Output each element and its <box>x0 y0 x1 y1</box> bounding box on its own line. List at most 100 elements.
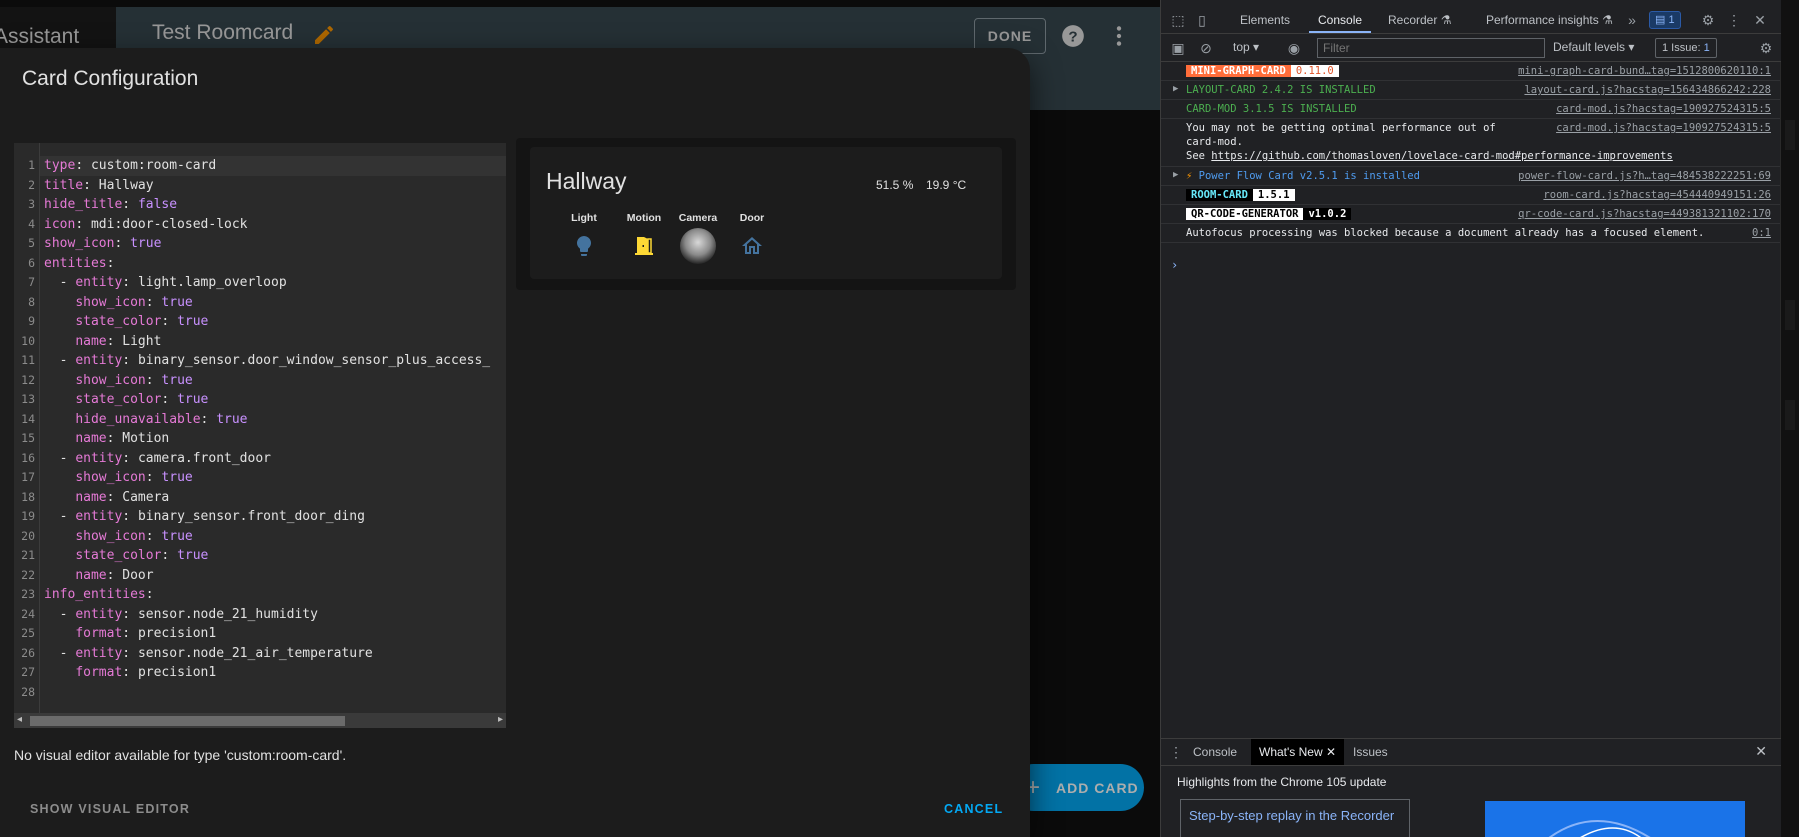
yaml-line[interactable]: - entity: sensor.node_21_humidity <box>40 605 506 625</box>
yaml-indent <box>44 548 75 563</box>
yaml-line[interactable]: hide_unavailable: true <box>40 410 506 430</box>
entity-light[interactable]: Light <box>552 212 616 258</box>
drawer-menu-icon[interactable]: ⋮ <box>1167 743 1185 761</box>
issues-badge[interactable]: ▤ 1 <box>1649 11 1681 29</box>
close-tab-icon[interactable]: ✕ <box>1326 745 1336 759</box>
whats-new-illustration <box>1485 801 1745 837</box>
source-link[interactable]: mini-graph-card-bund…tag=1512800620110:1 <box>1518 65 1771 77</box>
show-visual-editor-button[interactable]: SHOW VISUAL EDITOR <box>30 802 190 816</box>
scrollbar-thumb[interactable] <box>30 716 345 726</box>
yaml-line[interactable]: hide_title: false <box>40 195 506 215</box>
yaml-line[interactable]: show_icon: true <box>40 234 506 254</box>
source-link[interactable]: room-card.js?hacstag=454440949151:26 <box>1543 189 1771 201</box>
more-tabs-chevron-icon[interactable]: » <box>1623 11 1641 29</box>
yaml-line[interactable]: icon: mdi:door-closed-lock <box>40 215 506 235</box>
yaml-code[interactable]: type: custom:room-card title: Hallway hide… <box>40 156 506 683</box>
issues-badge-count: 1 <box>1668 14 1675 26</box>
live-expression-eye-icon[interactable]: ◉ <box>1285 39 1303 57</box>
expand-caret-icon[interactable]: ▶ <box>1173 84 1178 94</box>
card-preview: Hallway 51.5 % 19.9 °C Light Motion Came… <box>516 138 1016 290</box>
yaml-boolean: true <box>177 314 209 329</box>
yaml-line[interactable]: entities: <box>40 254 506 274</box>
source-link[interactable]: layout-card.js?hacstag=156434866242:228 <box>1524 84 1771 96</box>
line-number: 9 <box>28 314 35 328</box>
close-devtools-icon[interactable]: ✕ <box>1751 11 1769 29</box>
yaml-key: entities <box>44 255 107 271</box>
yaml-indent <box>44 626 75 641</box>
yaml-line[interactable]: - entity: binary_sensor.door_window_sens… <box>40 351 506 371</box>
sidebar-toggle-icon[interactable]: ▣ <box>1169 39 1187 57</box>
horizontal-scrollbar[interactable]: ◂ ▸ <box>14 713 506 728</box>
yaml-boolean: true <box>130 236 162 251</box>
yaml-indent <box>44 490 75 505</box>
info-entity-humidity[interactable]: 51.5 % <box>876 178 913 192</box>
line-number: 28 <box>21 684 35 699</box>
console-prompt-chevron-icon[interactable]: › <box>1171 258 1178 272</box>
yaml-line[interactable]: name: Motion <box>40 429 506 449</box>
drawer-tab-console[interactable]: Console <box>1185 739 1245 765</box>
yaml-line[interactable]: state_color: true <box>40 312 506 332</box>
cancel-button[interactable]: CANCEL <box>944 802 1003 816</box>
yaml-code-editor[interactable]: 1 2 3 4 5 6 7 8 9 10 11 12 13 14 15 16 17 18 19 20 21 22 23 24 2… <box>14 143 506 728</box>
line-number: 18 <box>21 489 35 504</box>
yaml-line[interactable]: format: precision1 <box>40 663 506 683</box>
inspect-element-icon[interactable]: ⬚ <box>1169 11 1187 29</box>
tab-console[interactable]: Console <box>1309 7 1372 33</box>
source-link[interactable]: 0:1 <box>1752 227 1771 239</box>
source-link[interactable]: power-flow-card.js?h…tag=484538222251:69 <box>1518 170 1771 182</box>
clear-console-icon[interactable]: ⊘ <box>1197 39 1215 57</box>
yaml-line[interactable]: name: Camera <box>40 488 506 508</box>
tab-recorder[interactable]: Recorder ⚗ <box>1379 7 1460 33</box>
edge-marker <box>1785 120 1795 150</box>
tab-performance-insights[interactable]: Performance insights ⚗ <box>1477 7 1622 33</box>
close-drawer-icon[interactable]: ✕ <box>1755 743 1767 760</box>
yaml-line[interactable]: show_icon: true <box>40 293 506 313</box>
source-link[interactable]: qr-code-card.js?hacstag=449381321102:170 <box>1518 208 1771 220</box>
console-message-card-mod-performance: You may not be getting optimal performan… <box>1161 119 1781 167</box>
drawer-tab-issues[interactable]: Issues <box>1345 739 1396 765</box>
info-entity-temperature[interactable]: 19.9 °C <box>926 178 966 192</box>
scroll-right-icon[interactable]: ▸ <box>498 714 503 725</box>
source-link[interactable]: card-mod.js?hacstag=190927524315:5 <box>1556 103 1771 115</box>
yaml-indent <box>44 529 75 544</box>
yaml-line[interactable]: - entity: camera.front_door <box>40 449 506 469</box>
log-link[interactable]: https://github.com/thomasloven/lovelace-… <box>1211 150 1672 162</box>
yaml-line[interactable]: format: precision1 <box>40 624 506 644</box>
whats-new-item-link[interactable]: Step-by-step replay in the Recorder <box>1180 799 1410 837</box>
yaml-line[interactable]: state_color: true <box>40 546 506 566</box>
console-filter-input[interactable] <box>1317 38 1545 58</box>
console-message-room-card: ROOM-CARD 1.5.1 room-card.js?hacstag=4544… <box>1161 186 1781 205</box>
yaml-indent: - <box>44 645 76 661</box>
drawer-tab-whats-new[interactable]: What's New ✕ <box>1251 739 1345 765</box>
yaml-indent <box>44 314 75 329</box>
yaml-line[interactable]: - entity: light.lamp_overloop <box>40 273 506 293</box>
yaml-line[interactable]: type: custom:room-card <box>40 156 506 176</box>
yaml-line[interactable]: title: Hallway <box>40 176 506 196</box>
yaml-line[interactable]: show_icon: true <box>40 468 506 488</box>
yaml-key: entity <box>75 509 123 524</box>
yaml-line[interactable]: - entity: sensor.node_21_air_temperature <box>40 644 506 664</box>
entity-door[interactable]: Door <box>720 212 784 258</box>
yaml-line[interactable]: name: Light <box>40 332 506 352</box>
device-toolbar-icon[interactable]: ▯ <box>1193 11 1211 29</box>
yaml-line[interactable]: show_icon: true <box>40 371 506 391</box>
scroll-left-icon[interactable]: ◂ <box>17 714 22 725</box>
context-selector[interactable]: top ▾ <box>1233 40 1259 54</box>
issue-count-button[interactable]: 1 Issue: 1 <box>1655 38 1717 58</box>
expand-caret-icon[interactable]: ▶ <box>1173 170 1178 180</box>
console-settings-gear-icon[interactable]: ⚙ <box>1757 39 1775 57</box>
yaml-line[interactable]: show_icon: true <box>40 527 506 547</box>
console-message-power-flow: ▶ ⚡ Power Flow Card v2.5.1 is installed … <box>1161 167 1781 186</box>
settings-gear-icon[interactable]: ⚙ <box>1699 11 1717 29</box>
source-link[interactable]: card-mod.js?hacstag=190927524315:5 <box>1556 122 1771 134</box>
yaml-line[interactable]: name: Door <box>40 566 506 586</box>
log-levels-select[interactable]: Default levels ▾ <box>1553 40 1634 54</box>
tab-elements[interactable]: Elements <box>1231 7 1299 33</box>
yaml-line[interactable]: state_color: true <box>40 390 506 410</box>
yaml-line[interactable]: info_entities: <box>40 585 506 605</box>
home-outline-icon <box>742 237 762 254</box>
yaml-key: format <box>75 626 123 641</box>
more-vertical-icon[interactable]: ⋮ <box>1725 11 1743 29</box>
devtools-tabbar: ⬚ ▯ Elements Console Recorder ⚗ Performa… <box>1161 7 1781 34</box>
yaml-line[interactable]: - entity: binary_sensor.front_door_ding <box>40 507 506 527</box>
